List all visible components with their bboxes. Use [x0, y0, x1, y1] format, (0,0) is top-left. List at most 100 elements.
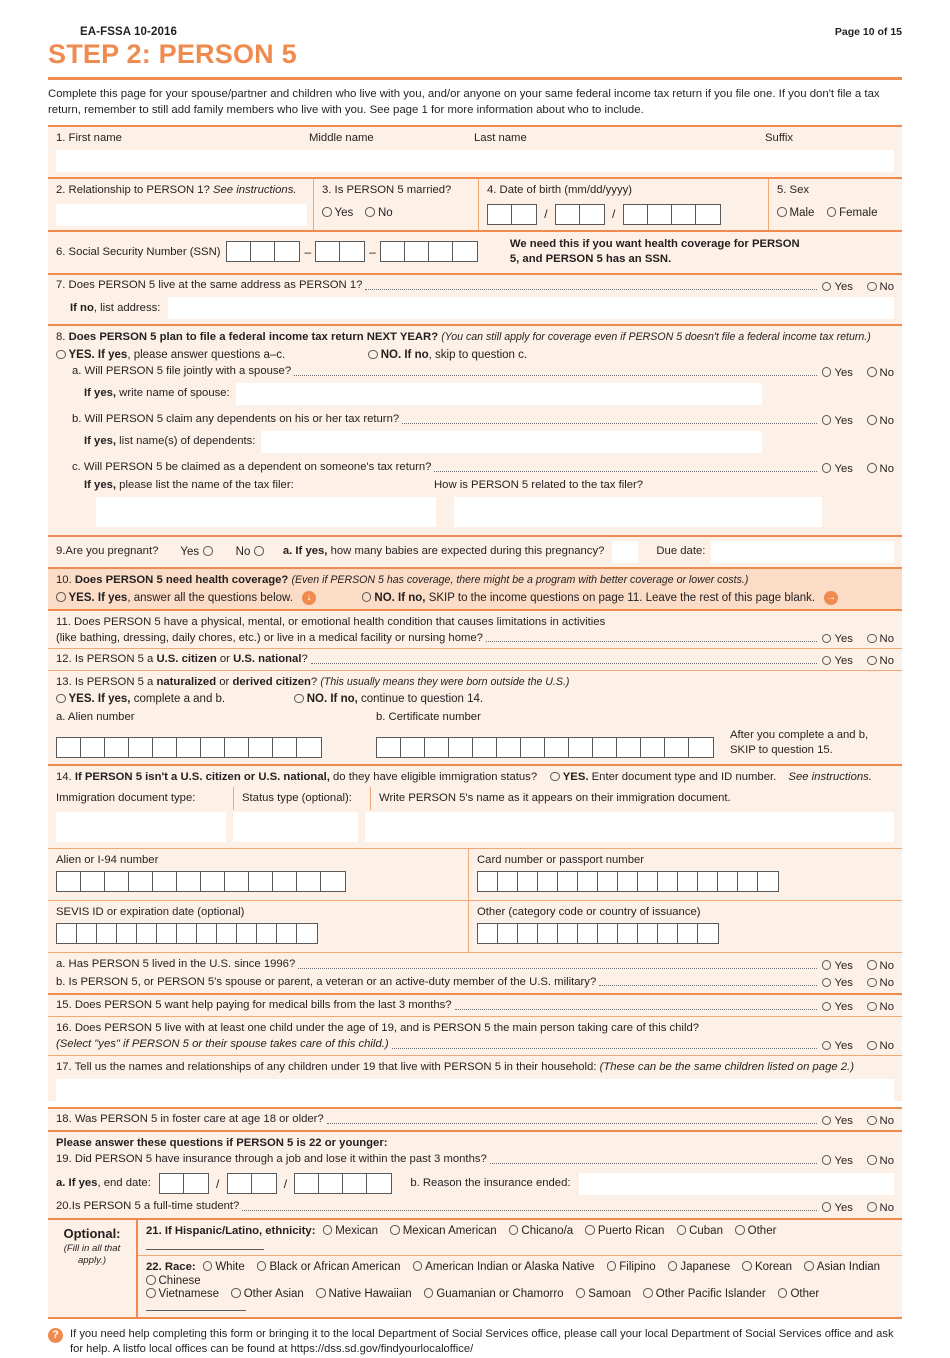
- end-date-month-input[interactable]: [158, 1173, 209, 1195]
- doc-type-input[interactable]: [56, 811, 226, 842]
- q20-no[interactable]: No: [867, 1202, 894, 1214]
- q8c-yes[interactable]: Yes: [821, 463, 853, 475]
- q13-no-option[interactable]: NO. If no, continue to question 14.: [294, 693, 483, 705]
- q8c-no[interactable]: No: [867, 463, 894, 475]
- dob-month-input[interactable]: [487, 203, 537, 225]
- radio-icon: [146, 1288, 156, 1298]
- q22-option-white[interactable]: White: [202, 1261, 245, 1273]
- q22-option-korean[interactable]: Korean: [742, 1261, 792, 1273]
- doc-type-cell: Immigration document type:: [48, 787, 233, 810]
- q7-no[interactable]: No: [867, 281, 894, 293]
- q8b-yes[interactable]: Yes: [821, 415, 853, 427]
- q8b-dependents-input[interactable]: [261, 430, 762, 453]
- q11-yes[interactable]: Yes: [821, 633, 853, 645]
- q22-option-other[interactable]: Other: [777, 1288, 819, 1300]
- q18-yes[interactable]: Yes: [821, 1115, 853, 1127]
- ssn-part3-input[interactable]: [379, 241, 478, 263]
- q16-yes[interactable]: Yes: [821, 1040, 853, 1052]
- q18-no[interactable]: No: [867, 1115, 894, 1127]
- alien-i94-input[interactable]: [56, 870, 346, 892]
- q22-option-vietnamese[interactable]: Vietnamese: [146, 1288, 219, 1300]
- q8a-no[interactable]: No: [867, 367, 894, 379]
- sevis-input[interactable]: [56, 922, 318, 944]
- relationship-input[interactable]: [56, 203, 307, 226]
- question-8c-text: c. Will PERSON 5 be claimed as a depende…: [72, 460, 432, 473]
- q8-no-option[interactable]: NO. If no, skip to question c.: [368, 349, 527, 361]
- doc-name-input[interactable]: [365, 811, 894, 842]
- q14b-yes[interactable]: Yes: [821, 977, 853, 989]
- alien-number-input[interactable]: [56, 737, 322, 759]
- q22-option-chinese[interactable]: Chinese: [146, 1275, 201, 1287]
- q8b-no[interactable]: No: [867, 415, 894, 427]
- q9-babies-input[interactable]: [612, 540, 639, 563]
- q22-option-guamanian[interactable]: Guamanian or Chamorro: [423, 1288, 564, 1300]
- q21-option-cuban[interactable]: Cuban: [676, 1225, 723, 1237]
- q15-no[interactable]: No: [867, 1001, 894, 1013]
- sex-male-option[interactable]: Male: [777, 207, 814, 219]
- certificate-number-input[interactable]: [376, 737, 714, 759]
- q9-no-option[interactable]: No: [236, 546, 264, 558]
- q9-yes-option[interactable]: Yes: [180, 546, 213, 558]
- status-type-input[interactable]: [233, 811, 358, 842]
- card-passport-input[interactable]: [477, 870, 779, 892]
- married-yes-option[interactable]: Yes: [322, 207, 353, 219]
- q22-option-black[interactable]: Black or African American: [256, 1261, 400, 1273]
- q7-address-input[interactable]: [168, 297, 894, 320]
- q13-yes-option[interactable]: YES. If yes, complete a and b.: [56, 693, 282, 705]
- q21-other-input[interactable]: [146, 1248, 264, 1250]
- q8a-spouse-input[interactable]: [235, 382, 762, 405]
- q22-option-native-hawaiian[interactable]: Native Hawaiian: [316, 1288, 412, 1300]
- question-13-block: 13. Is PERSON 5 a naturalized or derived…: [48, 670, 902, 765]
- dob-day-input[interactable]: [554, 203, 605, 225]
- radio-icon: [821, 655, 832, 666]
- q11-no[interactable]: No: [867, 633, 894, 645]
- ssn-part1-input[interactable]: [226, 241, 301, 263]
- question-11-line1: 11. Does PERSON 5 have a physical, menta…: [56, 615, 606, 628]
- q15-yes[interactable]: Yes: [821, 1001, 853, 1013]
- q16-no[interactable]: No: [867, 1040, 894, 1052]
- q22-other-input[interactable]: [146, 1309, 246, 1311]
- q22-option-american-indian[interactable]: American Indian or Alaska Native: [412, 1261, 595, 1273]
- q10-no-option[interactable]: NO. If no, SKIP to the income questions …: [361, 592, 815, 604]
- q22-option-other-pacific[interactable]: Other Pacific Islander: [643, 1288, 766, 1300]
- sex-female-option[interactable]: Female: [826, 207, 878, 219]
- q21-option-mexican[interactable]: Mexican: [322, 1225, 378, 1237]
- q10-yes-option[interactable]: YES. If yes, answer all the questions be…: [56, 592, 293, 604]
- q19-yes[interactable]: Yes: [821, 1155, 853, 1167]
- q12-yes[interactable]: Yes: [821, 655, 853, 667]
- q7-yes[interactable]: Yes: [821, 281, 853, 293]
- question-17-input[interactable]: [56, 1079, 894, 1102]
- q21-option-chicano[interactable]: Chicano/a: [508, 1225, 573, 1237]
- q8c-relation-input[interactable]: [454, 496, 822, 527]
- q21-option-mexican-american[interactable]: Mexican American: [390, 1225, 497, 1237]
- dob-year-input[interactable]: [622, 203, 721, 225]
- end-date-year-input[interactable]: [294, 1173, 393, 1195]
- q19-no[interactable]: No: [867, 1155, 894, 1167]
- q19b-reason-input[interactable]: [578, 1172, 894, 1195]
- q8c-filer-input[interactable]: [96, 496, 436, 527]
- q22-option-japanese[interactable]: Japanese: [667, 1261, 730, 1273]
- q14-yes-option[interactable]: YES. Enter document type and ID number.: [550, 770, 776, 785]
- q8-yes-option[interactable]: YES. If yes, please answer questions a–c…: [56, 349, 356, 361]
- q21-option-puerto-rican[interactable]: Puerto Rican: [585, 1225, 664, 1237]
- q14b-no[interactable]: No: [867, 977, 894, 989]
- q22-option-filipino[interactable]: Filipino: [606, 1261, 656, 1273]
- q21-option-other[interactable]: Other: [735, 1225, 776, 1237]
- q12-no[interactable]: No: [867, 655, 894, 667]
- other-code-input[interactable]: [477, 922, 719, 944]
- q14a-yes[interactable]: Yes: [821, 960, 853, 972]
- q22-option-asian-indian[interactable]: Asian Indian: [804, 1261, 880, 1273]
- ssn-part2-input[interactable]: [315, 241, 366, 263]
- question-19-block: Please answer these questions if PERSON …: [48, 1130, 902, 1218]
- radio-icon: [56, 592, 66, 602]
- q9-due-input[interactable]: [711, 540, 894, 563]
- married-no-option[interactable]: No: [365, 207, 393, 219]
- q14a-no[interactable]: No: [867, 960, 894, 972]
- q20-yes[interactable]: Yes: [821, 1202, 853, 1214]
- name-input-row[interactable]: [56, 149, 894, 172]
- end-date-day-input[interactable]: [226, 1173, 277, 1195]
- q8a-yes[interactable]: Yes: [821, 367, 853, 379]
- question-1-block: 1. First name Middle name Last name Suff…: [48, 125, 902, 177]
- q22-option-samoan[interactable]: Samoan: [575, 1288, 631, 1300]
- q22-option-other-asian[interactable]: Other Asian: [231, 1288, 304, 1300]
